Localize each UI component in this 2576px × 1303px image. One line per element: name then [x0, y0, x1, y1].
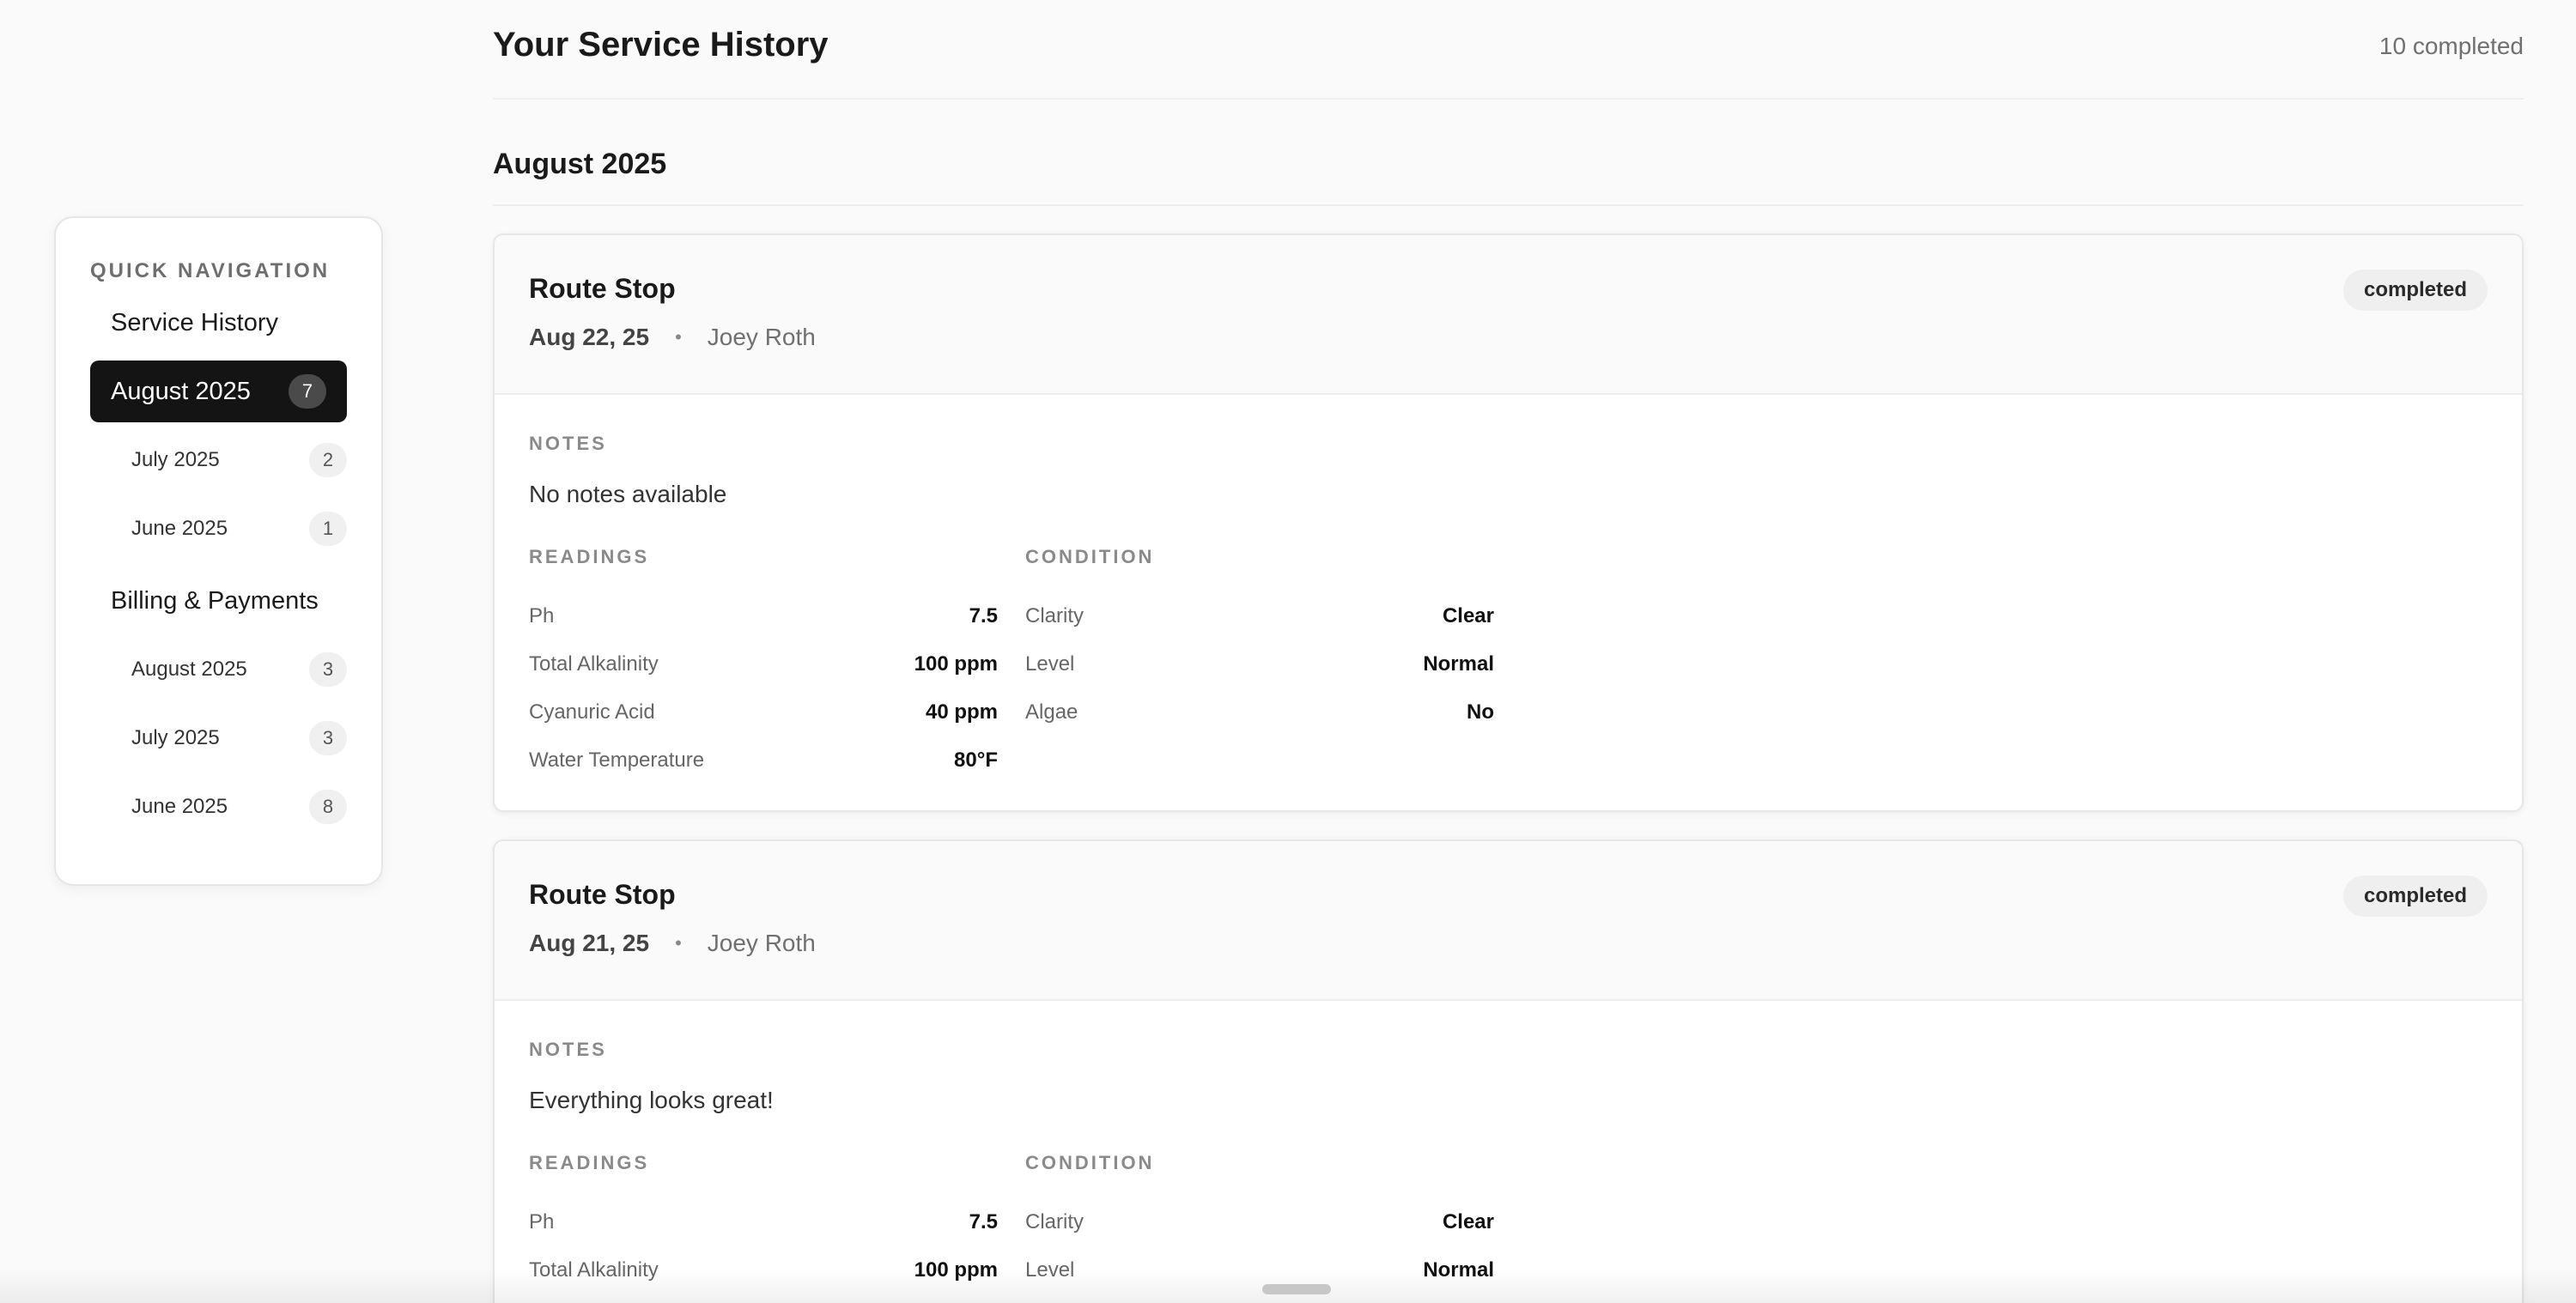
nav-item-count-badge: 2 [309, 443, 347, 477]
service-card-title: Route Stop [529, 273, 676, 304]
service-card: Route Stop Aug 22, 25 • Joey Roth comple… [493, 233, 2524, 812]
readings-column: READINGS Ph 7.5 Total Alkalinity 100 ppm… [529, 546, 998, 785]
service-date: Aug 21, 25 [529, 930, 650, 956]
condition-label-text: Clarity [1025, 604, 1084, 627]
service-card-meta: Aug 22, 25 • Joey Roth [529, 324, 2488, 351]
service-card-header: Route Stop Aug 22, 25 • Joey Roth comple… [495, 235, 2522, 395]
condition-row: Clarity Clear [1025, 1198, 1494, 1246]
reading-row: Water Temperature 80°F [529, 736, 998, 785]
reading-value: 100 ppm [914, 652, 998, 676]
reading-value: 7.5 [969, 1210, 998, 1233]
condition-column: CONDITION Clarity Clear Level Normal Alg… [1025, 546, 1494, 785]
nav-item-label: August 2025 [111, 377, 251, 405]
reading-value: 7.5 [969, 604, 998, 627]
condition-value: Normal [1423, 652, 1494, 676]
readings-label: READINGS [529, 546, 650, 567]
nav-item-label: August 2025 [131, 658, 247, 681]
service-card: Route Stop Aug 21, 25 • Joey Roth comple… [493, 839, 2524, 1303]
quick-navigation-panel: QUICK NAVIGATION Service History August … [54, 216, 383, 886]
notes-text: Everything looks great! [529, 1087, 774, 1113]
reading-row: Ph 7.5 [529, 1198, 998, 1246]
service-card-meta: Aug 21, 25 • Joey Roth [529, 930, 2488, 957]
technician-name: Joey Roth [707, 930, 816, 956]
status-badge: completed [2342, 876, 2488, 917]
month-title: August 2025 [493, 148, 667, 180]
nav-item-label: June 2025 [131, 795, 228, 818]
reading-label: Water Temperature [529, 748, 705, 772]
condition-label-text: Clarity [1025, 1210, 1084, 1233]
notes-label: NOTES [529, 433, 607, 454]
main-content: Your Service History 10 completed August… [493, 0, 2524, 1303]
month-section-header: August 2025 [493, 100, 2524, 206]
condition-label: CONDITION [1025, 1152, 1155, 1173]
page-title: Your Service History [493, 26, 829, 64]
service-card-body: NOTES No notes available READINGS Ph 7.5… [495, 395, 2522, 810]
reading-label: Ph [529, 604, 555, 627]
nav-section-service-history[interactable]: Service History [90, 288, 347, 357]
condition-row: Clarity Clear [1025, 592, 1494, 640]
quick-navigation-heading: QUICK NAVIGATION [90, 259, 331, 282]
nav-item-count-badge: 1 [309, 512, 347, 546]
meta-separator: • [675, 932, 682, 954]
condition-label: CONDITION [1025, 546, 1155, 567]
nav-item-billing-august-2025[interactable]: August 2025 3 [90, 639, 347, 700]
notes-label: NOTES [529, 1039, 607, 1060]
nav-item-count-badge: 3 [309, 721, 347, 755]
nav-item-service-june-2025[interactable]: June 2025 1 [90, 498, 347, 560]
nav-section-billing-payments[interactable]: Billing & Payments [90, 567, 347, 635]
condition-label-text: Algae [1025, 700, 1078, 724]
nav-item-service-july-2025[interactable]: July 2025 2 [90, 429, 347, 491]
nav-item-count-badge: 7 [289, 374, 326, 409]
condition-value: No [1467, 700, 1494, 724]
reading-row: Ph 7.5 [529, 592, 998, 640]
condition-label-text: Level [1025, 652, 1075, 676]
condition-value: Clear [1442, 1210, 1494, 1233]
service-card-header: Route Stop Aug 21, 25 • Joey Roth comple… [495, 841, 2522, 1001]
service-card-body: NOTES Everything looks great! READINGS P… [495, 1001, 2522, 1303]
condition-row: Level Normal [1025, 640, 1494, 688]
completed-count: 10 completed [2379, 33, 2524, 59]
reading-value: 80°F [954, 748, 998, 772]
reading-label: Cyanuric Acid [529, 700, 655, 724]
reading-value: 40 ppm [925, 700, 998, 724]
service-card-title: Route Stop [529, 879, 676, 910]
nav-item-billing-july-2025[interactable]: July 2025 3 [90, 707, 347, 769]
drag-handle[interactable] [1262, 1284, 1331, 1294]
reading-label: Ph [529, 1210, 555, 1233]
page-header: Your Service History 10 completed [493, 0, 2524, 100]
nav-item-count-badge: 3 [309, 652, 347, 687]
notes-text: No notes available [529, 481, 727, 507]
readings-label: READINGS [529, 1152, 650, 1173]
service-date: Aug 22, 25 [529, 324, 650, 350]
reading-row: Total Alkalinity 100 ppm [529, 640, 998, 688]
nav-item-service-august-2025[interactable]: August 2025 7 [90, 361, 347, 422]
status-badge: completed [2342, 270, 2488, 311]
reading-label: Total Alkalinity [529, 652, 659, 676]
condition-row: Algae No [1025, 688, 1494, 736]
nav-item-label: July 2025 [131, 448, 220, 471]
meta-separator: • [675, 326, 682, 348]
condition-value: Clear [1442, 604, 1494, 627]
technician-name: Joey Roth [707, 324, 816, 350]
nav-item-count-badge: 8 [309, 790, 347, 824]
nav-item-label: June 2025 [131, 517, 228, 540]
nav-item-label: July 2025 [131, 726, 220, 749]
nav-item-billing-june-2025[interactable]: June 2025 8 [90, 776, 347, 838]
reading-row: Cyanuric Acid 40 ppm [529, 688, 998, 736]
